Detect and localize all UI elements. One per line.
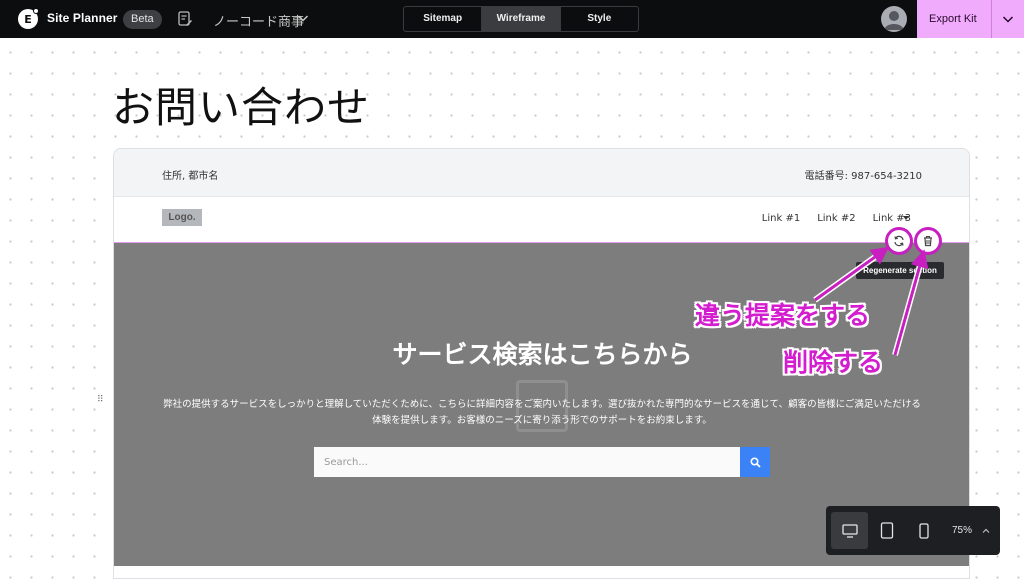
annotation-regenerate: 違う提案をする bbox=[695, 301, 871, 330]
mobile-view-button[interactable] bbox=[905, 512, 942, 549]
chevron-up-icon[interactable] bbox=[982, 527, 990, 535]
desktop-icon bbox=[841, 523, 858, 538]
desktop-view-button[interactable] bbox=[831, 512, 868, 549]
tablet-view-button[interactable] bbox=[868, 512, 905, 549]
mobile-icon bbox=[918, 522, 929, 539]
tablet-icon bbox=[880, 522, 893, 539]
zoom-level[interactable]: 75% bbox=[952, 525, 972, 536]
annotation-delete: 削除する bbox=[783, 348, 884, 377]
device-toolbar: 75% bbox=[826, 506, 1000, 555]
annotation-arrows bbox=[813, 246, 929, 356]
